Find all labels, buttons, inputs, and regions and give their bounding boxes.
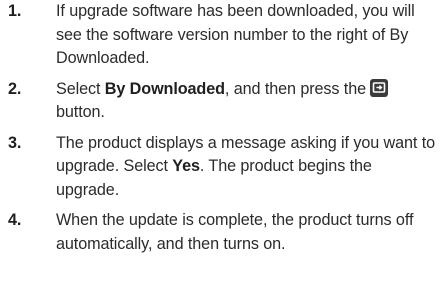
steps-list: 1. If upgrade software has been download… <box>8 0 439 256</box>
step-text: If upgrade software has been downloaded,… <box>56 2 415 67</box>
step-number: 3. <box>8 133 22 152</box>
step-number: 1. <box>8 2 22 20</box>
step-number: 2. <box>8 79 22 98</box>
step-3: 3. The product displays a message asking… <box>8 132 439 203</box>
step-text: When the update is complete, the product… <box>56 211 414 253</box>
yes-label: Yes <box>172 157 200 175</box>
step-text-middle: , and then press the <box>224 79 371 98</box>
step-1: 1. If upgrade software has been download… <box>8 0 439 71</box>
by-downloaded-label: By Downloaded <box>104 79 225 98</box>
step-text-prefix: Select <box>56 79 105 98</box>
instruction-page: 1. If upgrade software has been download… <box>0 0 447 283</box>
enter-button-icon <box>370 78 389 97</box>
step-2: 2. Select By Downloaded, and then press … <box>8 78 439 125</box>
step-4: 4. When the update is complete, the prod… <box>8 209 439 256</box>
step-text-suffix: button. <box>56 103 105 121</box>
step-number: 4. <box>8 211 22 229</box>
